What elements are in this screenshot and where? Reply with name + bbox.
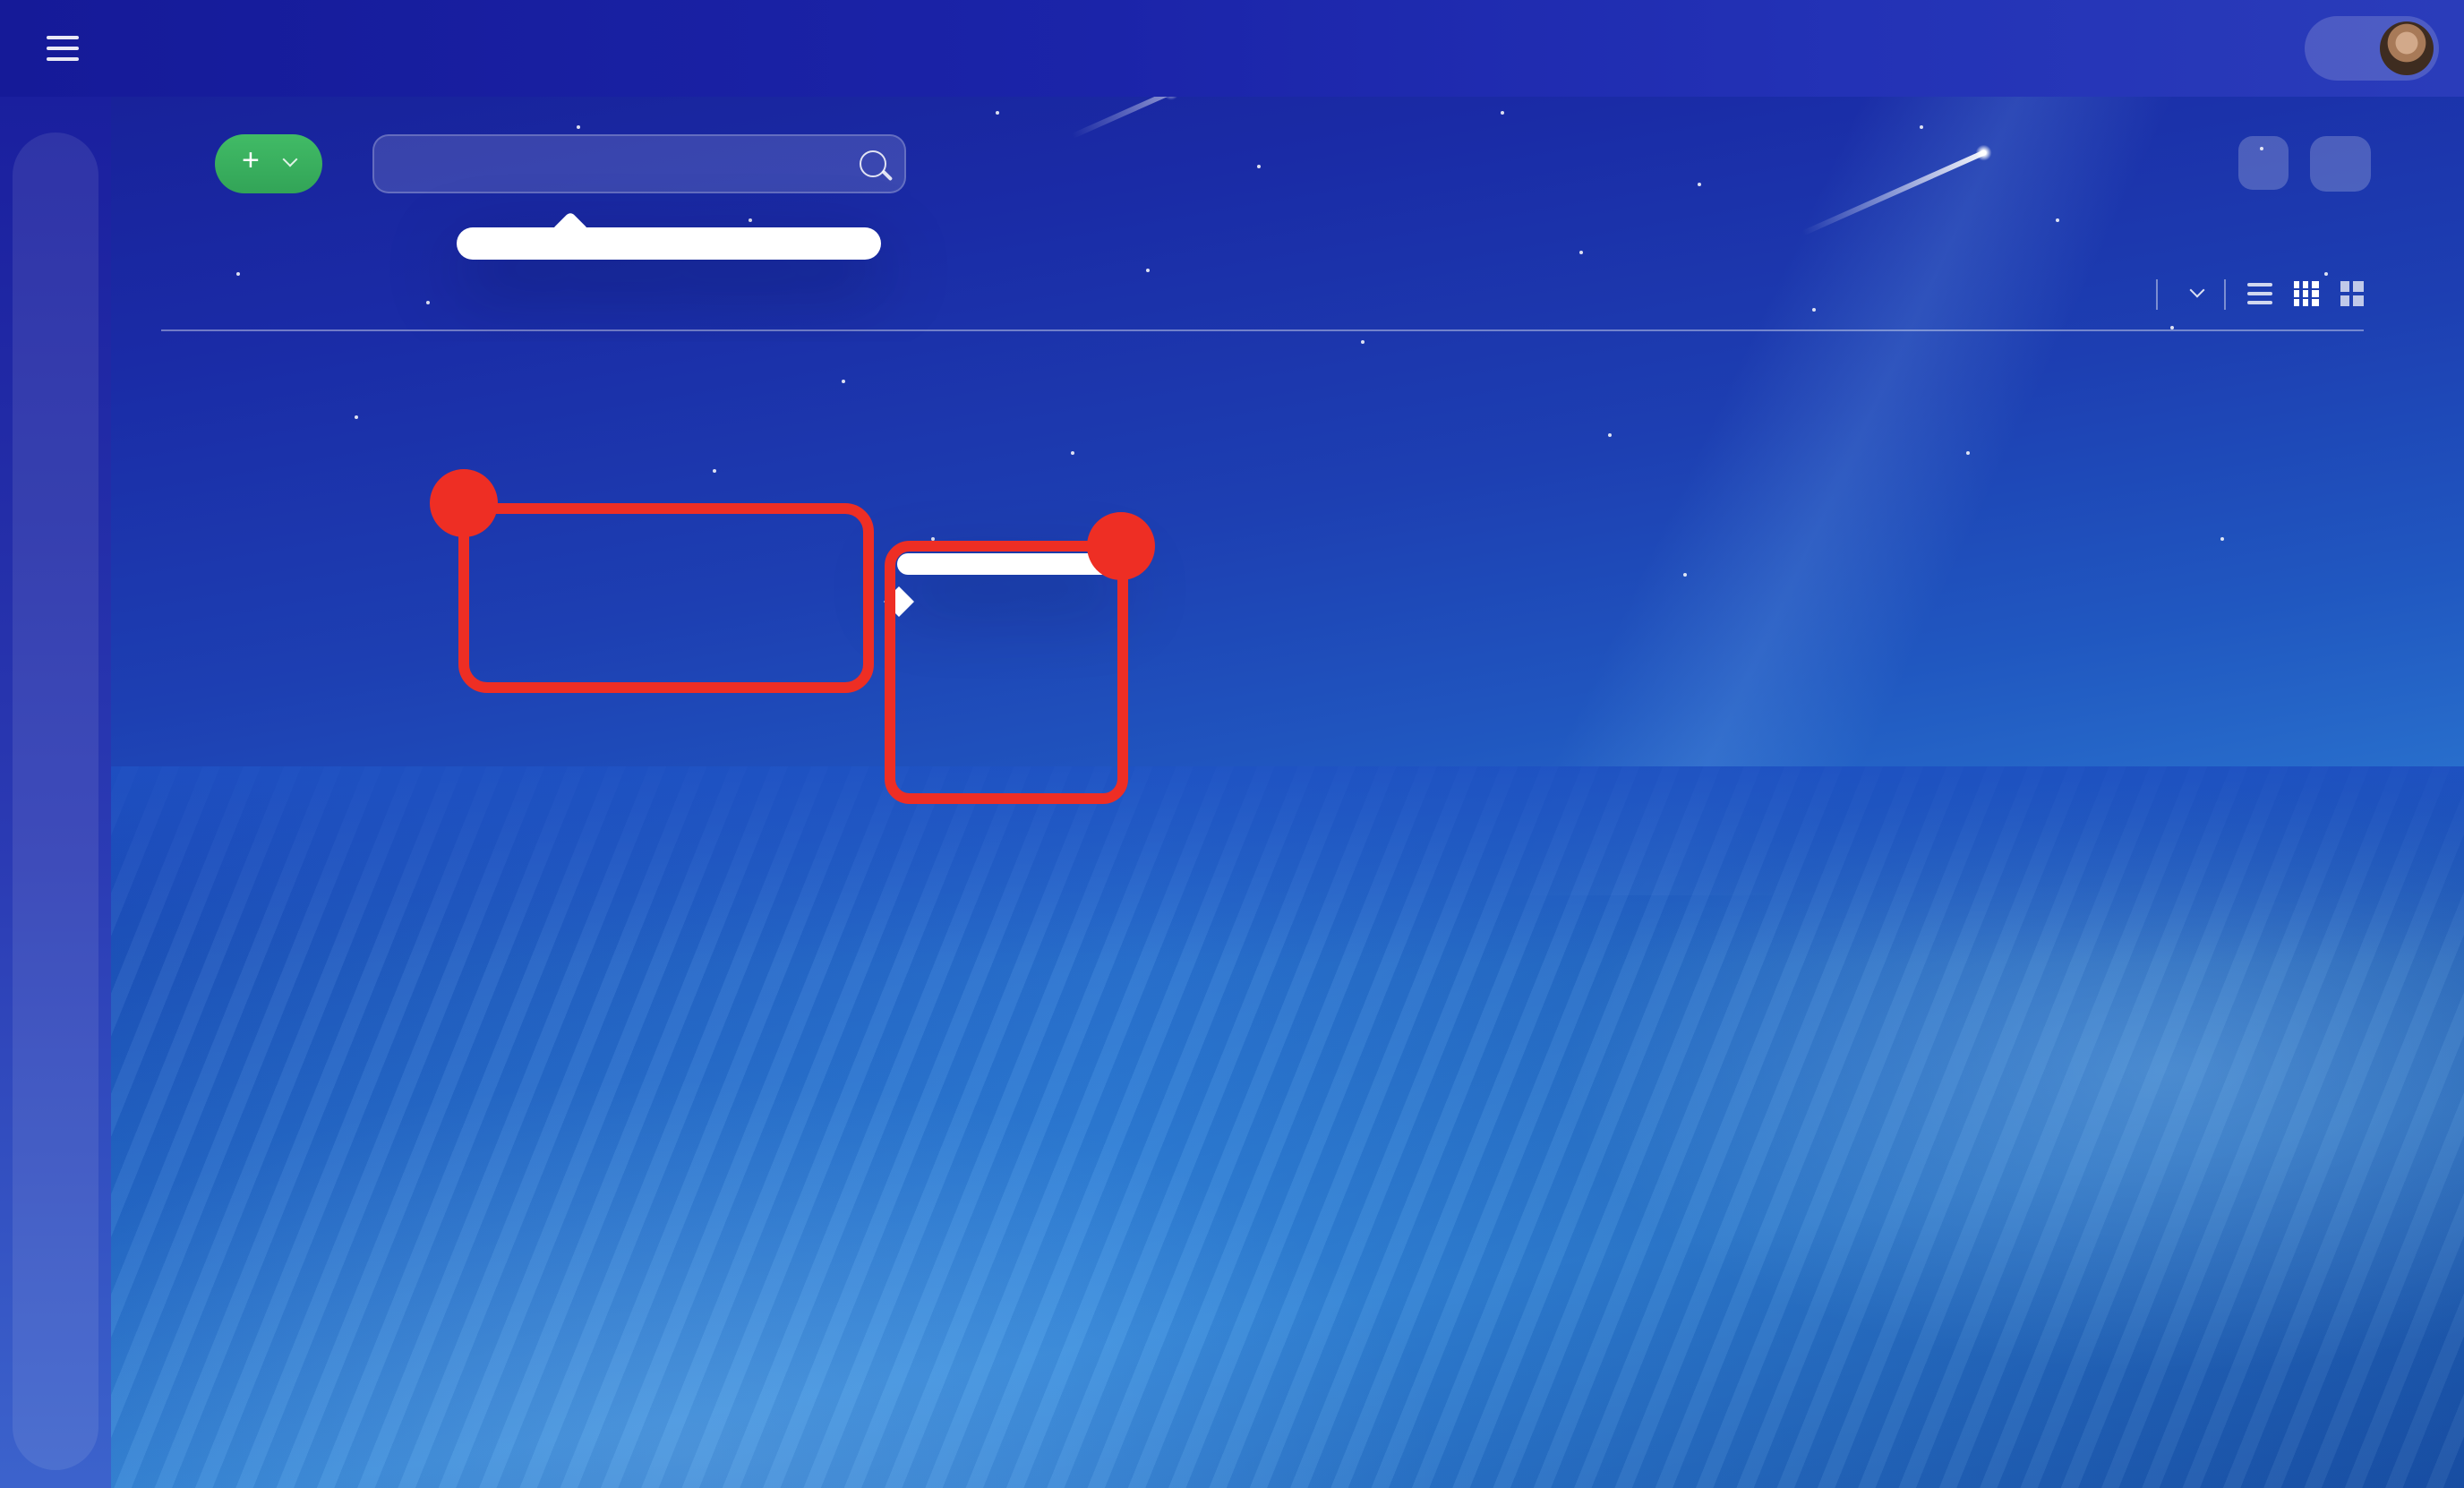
menu-pointer [552,211,589,249]
user-avatar[interactable] [2380,21,2434,75]
list-view-icon[interactable] [2247,283,2272,305]
annotation-box-2 [885,541,1128,804]
wallpaper-ocean [0,766,2464,1488]
add-button[interactable]: + [215,133,322,192]
drive-toolbar [161,269,2364,319]
annotation-box-1 [458,503,874,693]
time-tracker-pill[interactable] [2305,16,2439,81]
left-sidebar-rail [13,133,98,1470]
toolbar-rule [161,329,2364,331]
chevron-down-icon [2189,283,2204,298]
annotation-number-1 [430,469,498,537]
search-input[interactable] [399,148,860,178]
grid-view-icon[interactable] [2294,281,2319,306]
divider [2156,278,2158,309]
add-dropdown-menu [457,227,881,260]
toolbar-right [2135,278,2364,309]
left-sidebar [0,97,111,1488]
sort-dropdown[interactable] [2179,292,2203,295]
chevron-down-icon [282,152,297,167]
divider [2224,278,2226,309]
topbar-right [2154,16,2439,81]
trash-button[interactable] [2238,136,2289,190]
search-icon [860,150,886,176]
top-bar [0,0,2464,97]
submenu-pointer [884,586,914,617]
main-menu-icon[interactable] [36,25,90,71]
tiles-view-icon[interactable] [2340,282,2364,306]
sliders-icon[interactable] [2229,30,2265,66]
search-icon[interactable] [2154,30,2190,66]
plus-icon: + [242,143,260,179]
settings-gear-button[interactable] [2310,135,2371,191]
office-submenu [897,553,1123,575]
filter-search-box [372,133,906,192]
page-header: + [161,122,2371,204]
wallpaper-stars [0,0,2464,1488]
right-sidebar [2376,118,2455,1488]
clock-icon [2326,34,2355,63]
bitrix24-drive-page: + [0,0,2464,1488]
